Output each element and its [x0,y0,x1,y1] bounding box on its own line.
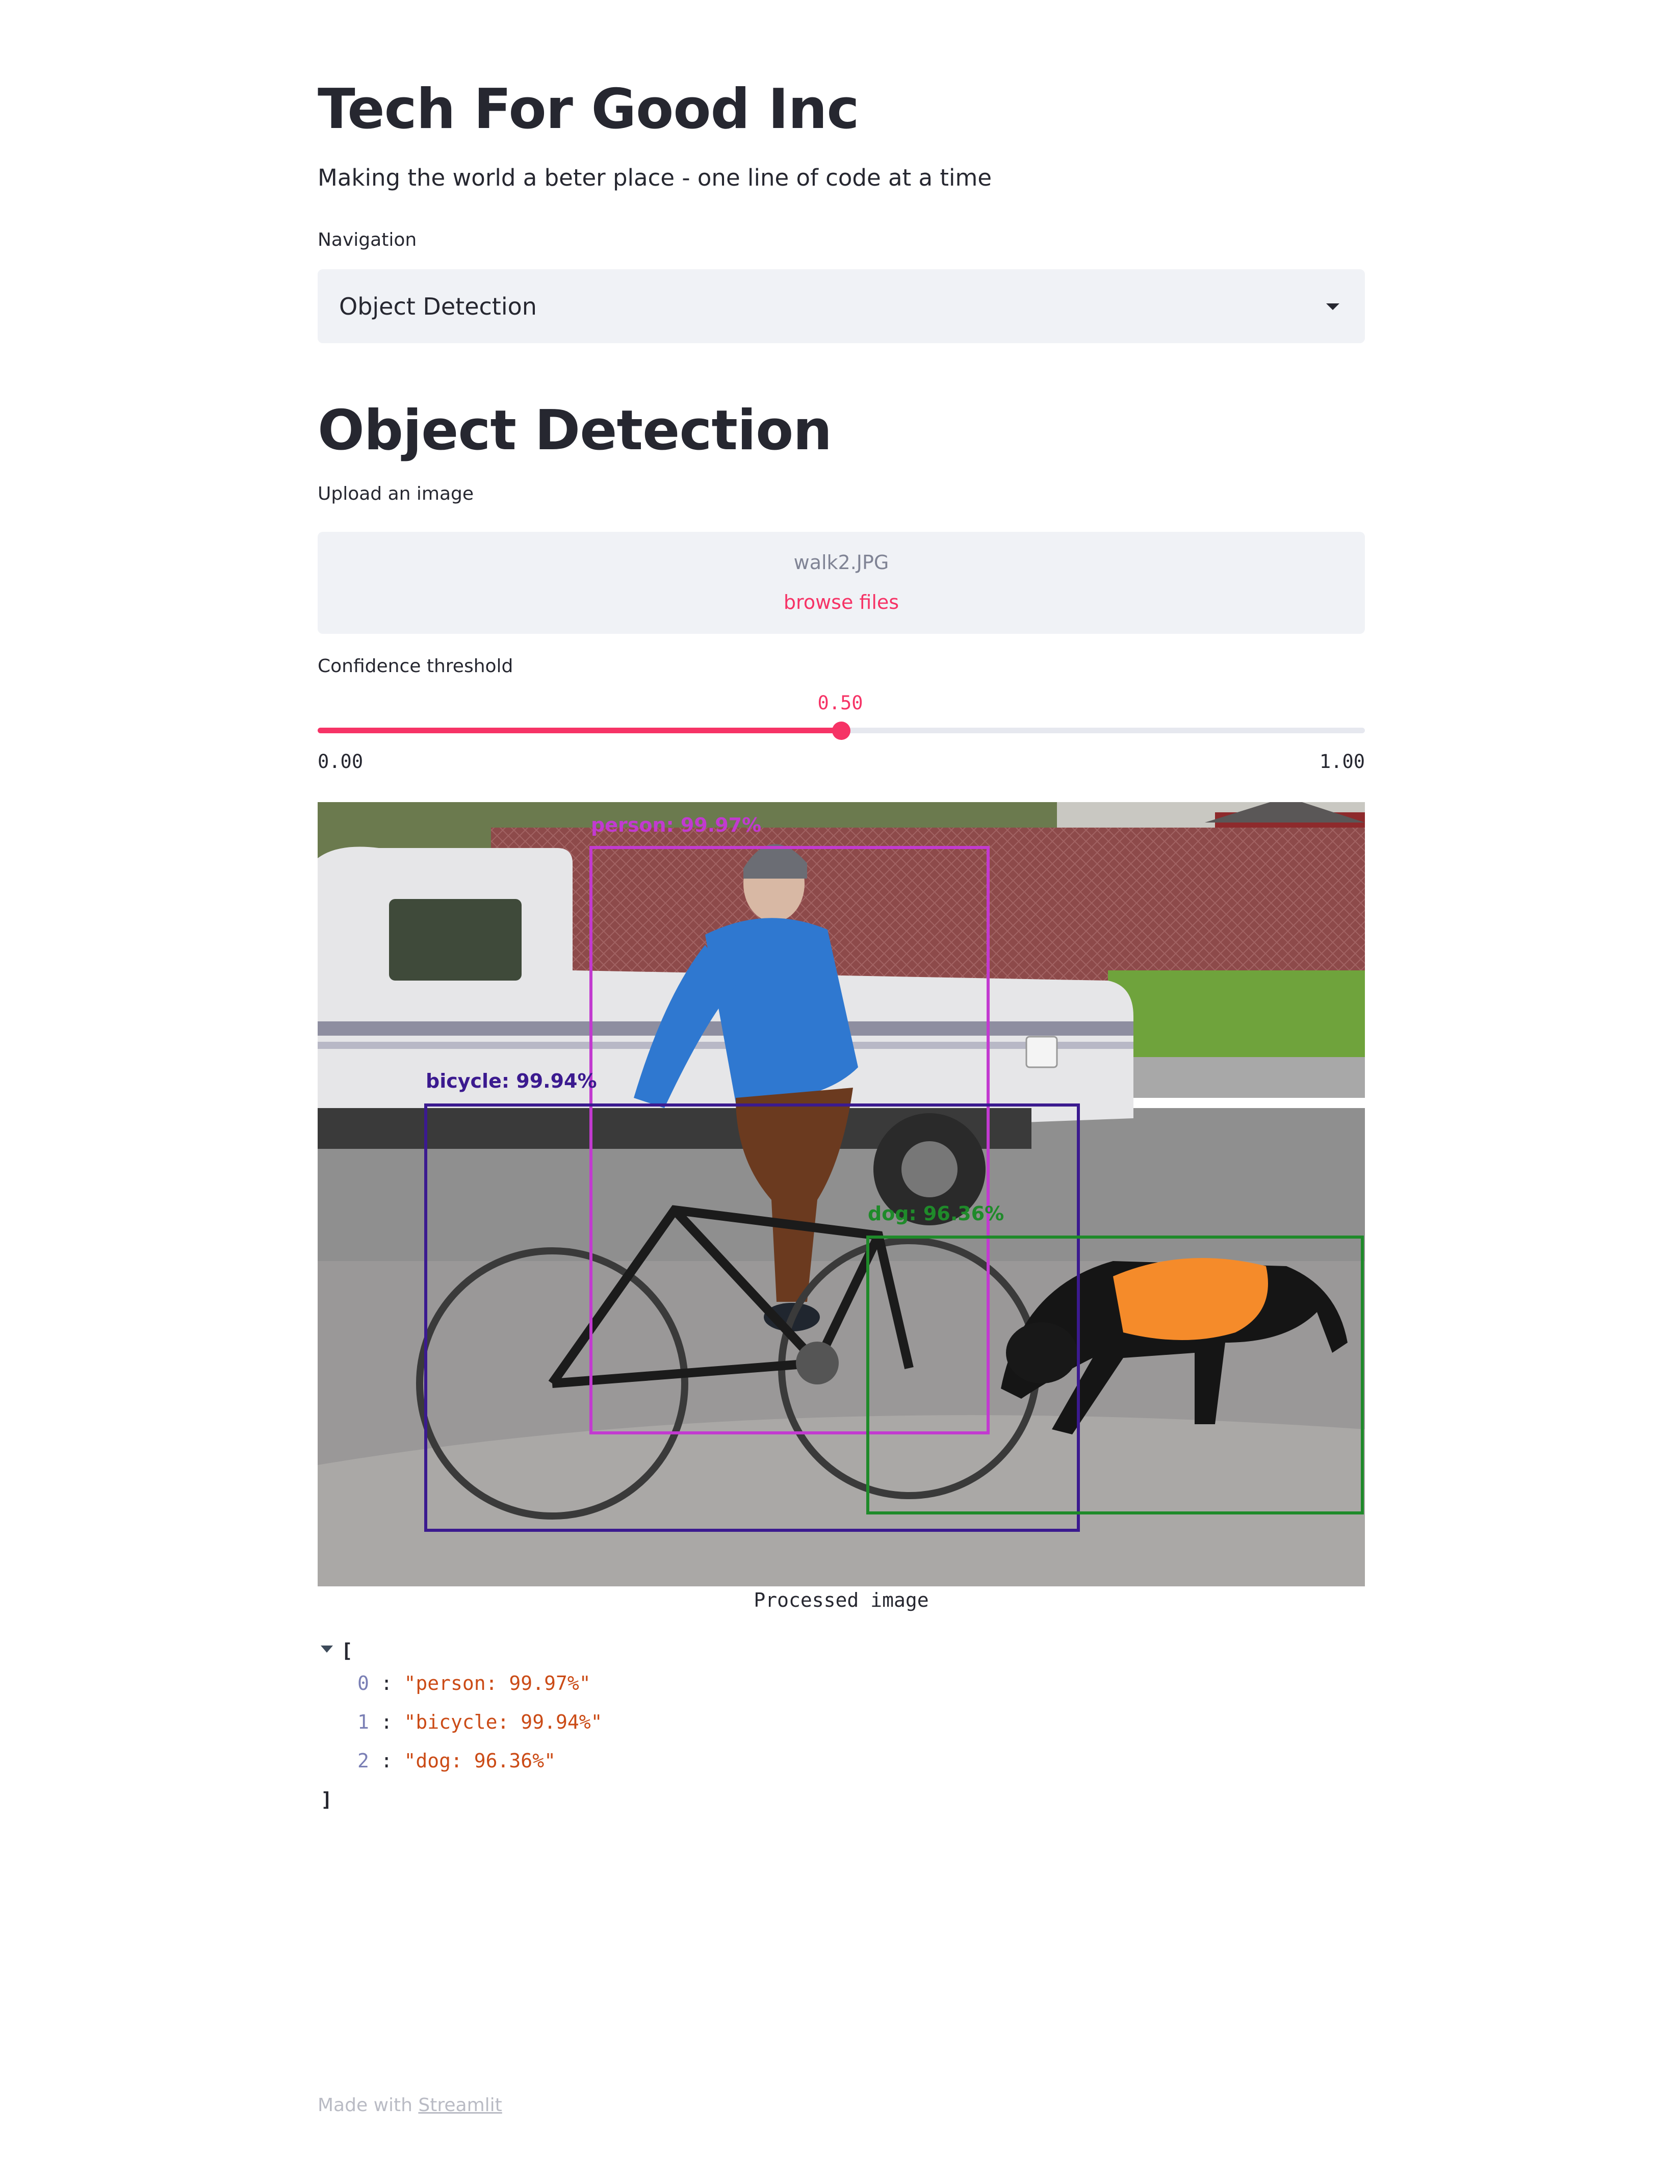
processed-image-illustration: person: 99.97% bicycle: 99.94% dog: 96.3… [318,797,1365,1586]
detection-label-dog: dog: 96.36% [868,1202,1004,1225]
app-tagline: Making the world a beter place - one lin… [318,164,992,191]
json-item: 0 : "person: 99.97%" [357,1672,591,1694]
footer: Made with Streamlit [318,2095,502,2116]
processed-image: person: 99.97% bicycle: 99.94% dog: 96.3… [318,797,1365,1586]
json-close-bracket: ] [321,1788,332,1811]
uploaded-file-name: walk2.JPG [793,551,889,574]
chevron-down-icon [1326,303,1339,310]
json-item: 2 : "dog: 96.36%" [357,1750,556,1772]
detection-label-person: person: 99.97% [591,814,761,836]
confidence-threshold-label: Confidence threshold [318,656,513,677]
json-open-bracket: [ [341,1639,353,1662]
json-item-index: 0 [357,1672,369,1694]
navigation-select[interactable]: Object Detection [318,269,1365,343]
slider-min-label: 0.00 [318,751,364,773]
json-item-value: "person: 99.97%" [404,1672,591,1694]
navigation-selected-value: Object Detection [339,292,537,320]
json-item-value: "bicycle: 99.94%" [404,1711,603,1733]
json-item-index: 1 [357,1711,369,1733]
slider-current-value: 0.50 [817,692,863,714]
slider-thumb[interactable] [832,722,850,740]
page-title: Object Detection [318,399,832,463]
file-uploader-dropzone[interactable]: walk2.JPG browse files [318,532,1365,634]
image-caption: Processed image [754,1589,929,1611]
navigation-label: Navigation [318,229,417,250]
upload-label: Upload an image [318,483,474,504]
collapse-toggle-icon[interactable] [321,1646,333,1653]
json-item: 1 : "bicycle: 99.94%" [357,1711,603,1733]
slider-max-label: 1.00 [1319,751,1365,773]
json-item-index: 2 [357,1750,369,1772]
detection-label-bicycle: bicycle: 99.94% [426,1070,597,1092]
app-title: Tech For Good Inc [318,78,860,141]
json-item-value: "dog: 96.36%" [404,1750,556,1772]
browse-files-button[interactable]: browse files [318,591,1365,613]
footer-text: Made with [318,2095,419,2116]
streamlit-link[interactable]: Streamlit [418,2095,502,2116]
slider-fill [318,728,841,733]
